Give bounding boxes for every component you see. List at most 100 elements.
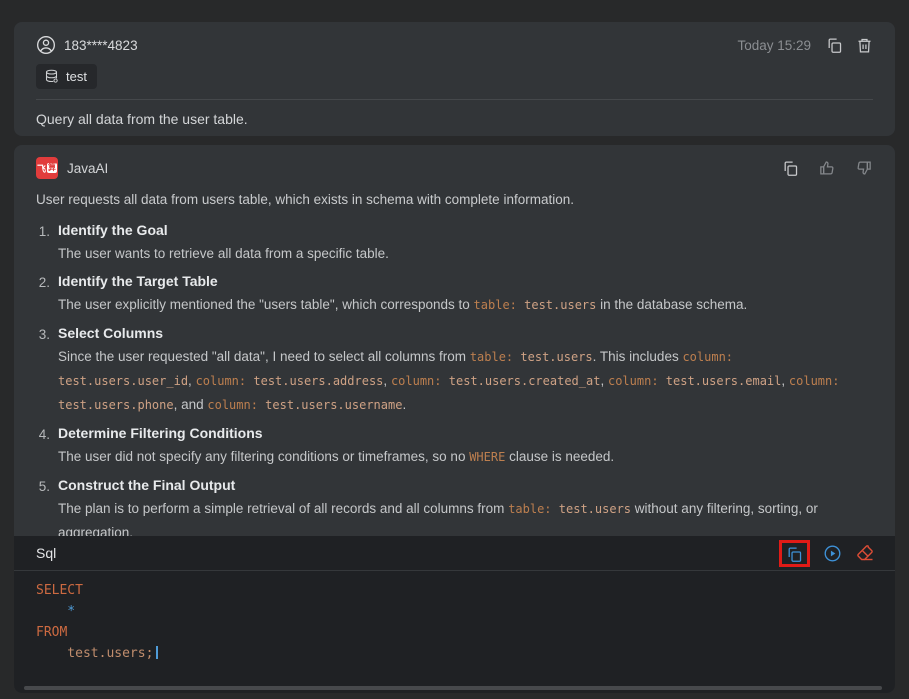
reasoning-step: 1. Identify the Goal The user wants to r…: [36, 219, 873, 265]
step-text: The user explicitly mentioned the "users…: [58, 297, 474, 312]
inline-code: test.users.created_at: [442, 374, 601, 388]
run-play-icon: [823, 544, 842, 563]
step-body: The user explicitly mentioned the "users…: [58, 293, 747, 317]
inline-code: column:: [207, 398, 258, 412]
copy-sql-button[interactable]: [786, 546, 803, 563]
reasoning-step: 4. Determine Filtering Conditions The us…: [36, 422, 873, 469]
clear-sql-button[interactable]: [855, 543, 875, 563]
copy-icon: [786, 546, 803, 563]
step-text: , and: [174, 397, 208, 412]
step-text: .: [402, 397, 406, 412]
message-timestamp: Today 15:29: [737, 38, 811, 53]
chat-page: { "user": { "name": "183****4823", "badg…: [0, 0, 909, 699]
step-title: Identify the Target Table: [58, 270, 747, 293]
step-text: The plan is to perform a simple retrieva…: [58, 501, 508, 516]
logo-glyph-right: 算: [47, 163, 57, 173]
inline-code: column:: [608, 374, 659, 388]
copy-icon: [826, 37, 843, 54]
inline-code: test.users.username: [258, 398, 403, 412]
database-icon: [44, 69, 59, 84]
inline-code: column:: [789, 374, 840, 388]
step-title: Select Columns: [58, 322, 873, 345]
ai-response-header: 飞 算 JavaAI: [36, 145, 873, 179]
inline-code: test.users.user_id: [58, 374, 188, 388]
inline-code: WHERE: [469, 450, 505, 464]
run-sql-button[interactable]: [823, 544, 842, 563]
horizontal-scrollbar[interactable]: [24, 686, 882, 690]
inline-code: test.users: [517, 298, 596, 312]
thumbs-up-icon: [818, 159, 836, 177]
inline-code: test.users: [513, 350, 592, 364]
sql-result-section: Sql: [14, 536, 895, 693]
inline-code: test.users.address: [246, 374, 383, 388]
step-text: The user did not specify any filtering c…: [58, 449, 469, 464]
step-title: Determine Filtering Conditions: [58, 422, 614, 445]
database-badge[interactable]: test: [36, 64, 97, 89]
reasoning-step: 2. Identify the Target Table The user ex…: [36, 270, 873, 317]
sql-token: FROM: [36, 625, 67, 640]
copy-icon: [782, 160, 799, 177]
step-body: The user did not specify any filtering c…: [58, 445, 614, 469]
assistant-name-label: JavaAI: [67, 161, 108, 176]
user-message-header: 183****4823 Today 15:29: [36, 22, 873, 55]
step-text: Since the user requested "all data", I n…: [58, 349, 470, 364]
copy-message-button[interactable]: [826, 37, 843, 54]
eraser-icon: [855, 543, 875, 563]
step-text: ,: [383, 373, 391, 388]
sql-code-block[interactable]: SELECT * FROM test.users;: [14, 571, 895, 664]
inline-code: table:: [470, 350, 513, 364]
step-text: in the database schema.: [596, 297, 747, 312]
step-text: The user wants to retrieve all data from…: [58, 246, 389, 261]
inline-code: table:: [508, 502, 551, 516]
inline-code: test.users: [552, 502, 631, 516]
step-number: 1.: [36, 219, 50, 265]
step-title: Identify the Goal: [58, 219, 389, 242]
logo-glyph-left: 飞: [37, 162, 46, 175]
reasoning-steps-list: 1. Identify the Goal The user wants to r…: [36, 219, 873, 544]
thumbs-down-icon: [855, 159, 873, 177]
sql-token: test.users;: [36, 646, 153, 661]
user-message-card: 183****4823 Today 15:29: [14, 22, 895, 136]
ai-response-card: 飞 算 JavaAI: [14, 145, 895, 693]
sql-section-label: Sql: [36, 545, 56, 561]
thumbs-down-button[interactable]: [855, 159, 873, 177]
step-text: clause is needed.: [505, 449, 614, 464]
thumbs-up-button[interactable]: [818, 159, 836, 177]
sql-code-line: FROM: [36, 622, 873, 643]
step-number: 3.: [36, 322, 50, 417]
sql-code-line: *: [36, 601, 873, 622]
user-id-label: 183****4823: [64, 38, 138, 53]
copy-response-button[interactable]: [782, 160, 799, 177]
inline-code: test.users.email: [659, 374, 782, 388]
ai-intro-text: User requests all data from users table,…: [36, 190, 873, 210]
step-text: ,: [188, 373, 196, 388]
sql-token: *: [36, 604, 75, 619]
trash-icon: [856, 37, 873, 54]
step-number: 2.: [36, 270, 50, 317]
user-avatar-icon: [36, 35, 56, 55]
inline-code: column:: [682, 350, 733, 364]
javaai-logo-icon: 飞 算: [36, 157, 58, 179]
step-body: Since the user requested "all data", I n…: [58, 345, 873, 417]
sql-section-header: Sql: [14, 536, 895, 571]
inline-code: column:: [391, 374, 442, 388]
step-title: Construct the Final Output: [58, 474, 873, 497]
sql-code-line: SELECT: [36, 580, 873, 601]
sql-code-line: test.users;: [36, 643, 873, 664]
step-text: ,: [600, 373, 608, 388]
reasoning-step: 5. Construct the Final Output The plan i…: [36, 474, 873, 544]
annotation-red-box: [779, 540, 810, 567]
delete-message-button[interactable]: [856, 37, 873, 54]
user-message-text: Query all data from the user table.: [36, 100, 873, 127]
step-number: 5.: [36, 474, 50, 544]
inline-code: test.users.phone: [58, 398, 174, 412]
step-number: 4.: [36, 422, 50, 469]
database-badge-label: test: [66, 69, 87, 84]
sql-token: SELECT: [36, 583, 83, 598]
inline-code: table:: [474, 298, 517, 312]
step-text: ,: [781, 373, 789, 388]
step-body: The user wants to retrieve all data from…: [58, 242, 389, 265]
inline-code: column:: [196, 374, 247, 388]
step-text: . This includes: [593, 349, 683, 364]
reasoning-step: 3. Select Columns Since the user request…: [36, 322, 873, 417]
